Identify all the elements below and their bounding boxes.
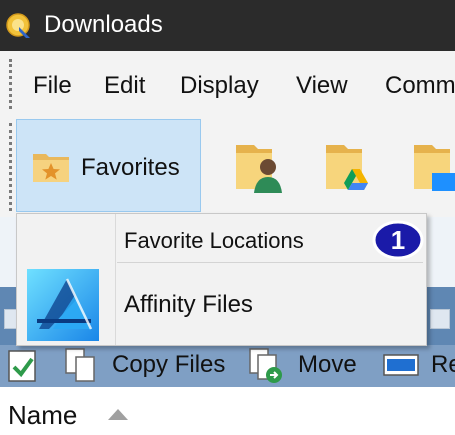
user-folder-icon[interactable] xyxy=(232,135,292,195)
file-list-header: Name xyxy=(0,387,455,435)
affinity-files-label: Affinity Files xyxy=(124,291,253,318)
google-drive-folder-icon[interactable] xyxy=(322,135,382,195)
menu-commands[interactable]: Comm xyxy=(385,71,455,101)
menubar-grip[interactable] xyxy=(9,59,12,109)
rename-icon[interactable] xyxy=(382,347,420,383)
copy-files-button[interactable]: Copy Files xyxy=(112,350,225,380)
move-files-icon[interactable] xyxy=(246,347,284,383)
menu-separator xyxy=(117,262,423,263)
affinity-icon xyxy=(27,269,99,341)
menu-view[interactable]: View xyxy=(296,71,348,101)
move-button[interactable]: Move xyxy=(298,350,357,380)
menu-display[interactable]: Display xyxy=(180,71,259,101)
favorites-label: Favorites xyxy=(81,154,180,181)
sort-ascending-icon xyxy=(108,409,128,420)
menu-file[interactable]: File xyxy=(33,71,72,101)
name-column-header[interactable]: Name xyxy=(8,399,77,431)
step-number-badge: 1 xyxy=(372,220,424,260)
title-bar: Downloads xyxy=(0,0,455,51)
menu-bar: File Edit Display View Comm xyxy=(0,51,455,117)
menu-item-affinity-files[interactable]: Affinity Files xyxy=(17,264,426,345)
app-logo-icon xyxy=(6,13,30,38)
tab-icon xyxy=(430,309,450,329)
favorites-button[interactable]: Favorites xyxy=(16,119,201,212)
command-bar: Copy Files Move Re xyxy=(0,345,455,387)
favorites-popup-menu: Favorite Locations Affinity Files xyxy=(16,213,427,346)
menu-edit[interactable]: Edit xyxy=(104,71,145,101)
favorites-folder-icon xyxy=(33,154,69,182)
copy-files-icon[interactable] xyxy=(62,347,100,383)
rename-button[interactable]: Re xyxy=(431,350,455,380)
toolbar-grip[interactable] xyxy=(9,123,12,211)
toolbar: Favorites xyxy=(0,117,455,217)
checkbox-copy-icon[interactable] xyxy=(6,347,44,383)
blue-folder-icon[interactable] xyxy=(410,135,455,195)
window-title: Downloads xyxy=(44,11,163,38)
badge-number: 1 xyxy=(391,225,405,255)
favorite-locations-header: Favorite Locations xyxy=(124,228,304,253)
